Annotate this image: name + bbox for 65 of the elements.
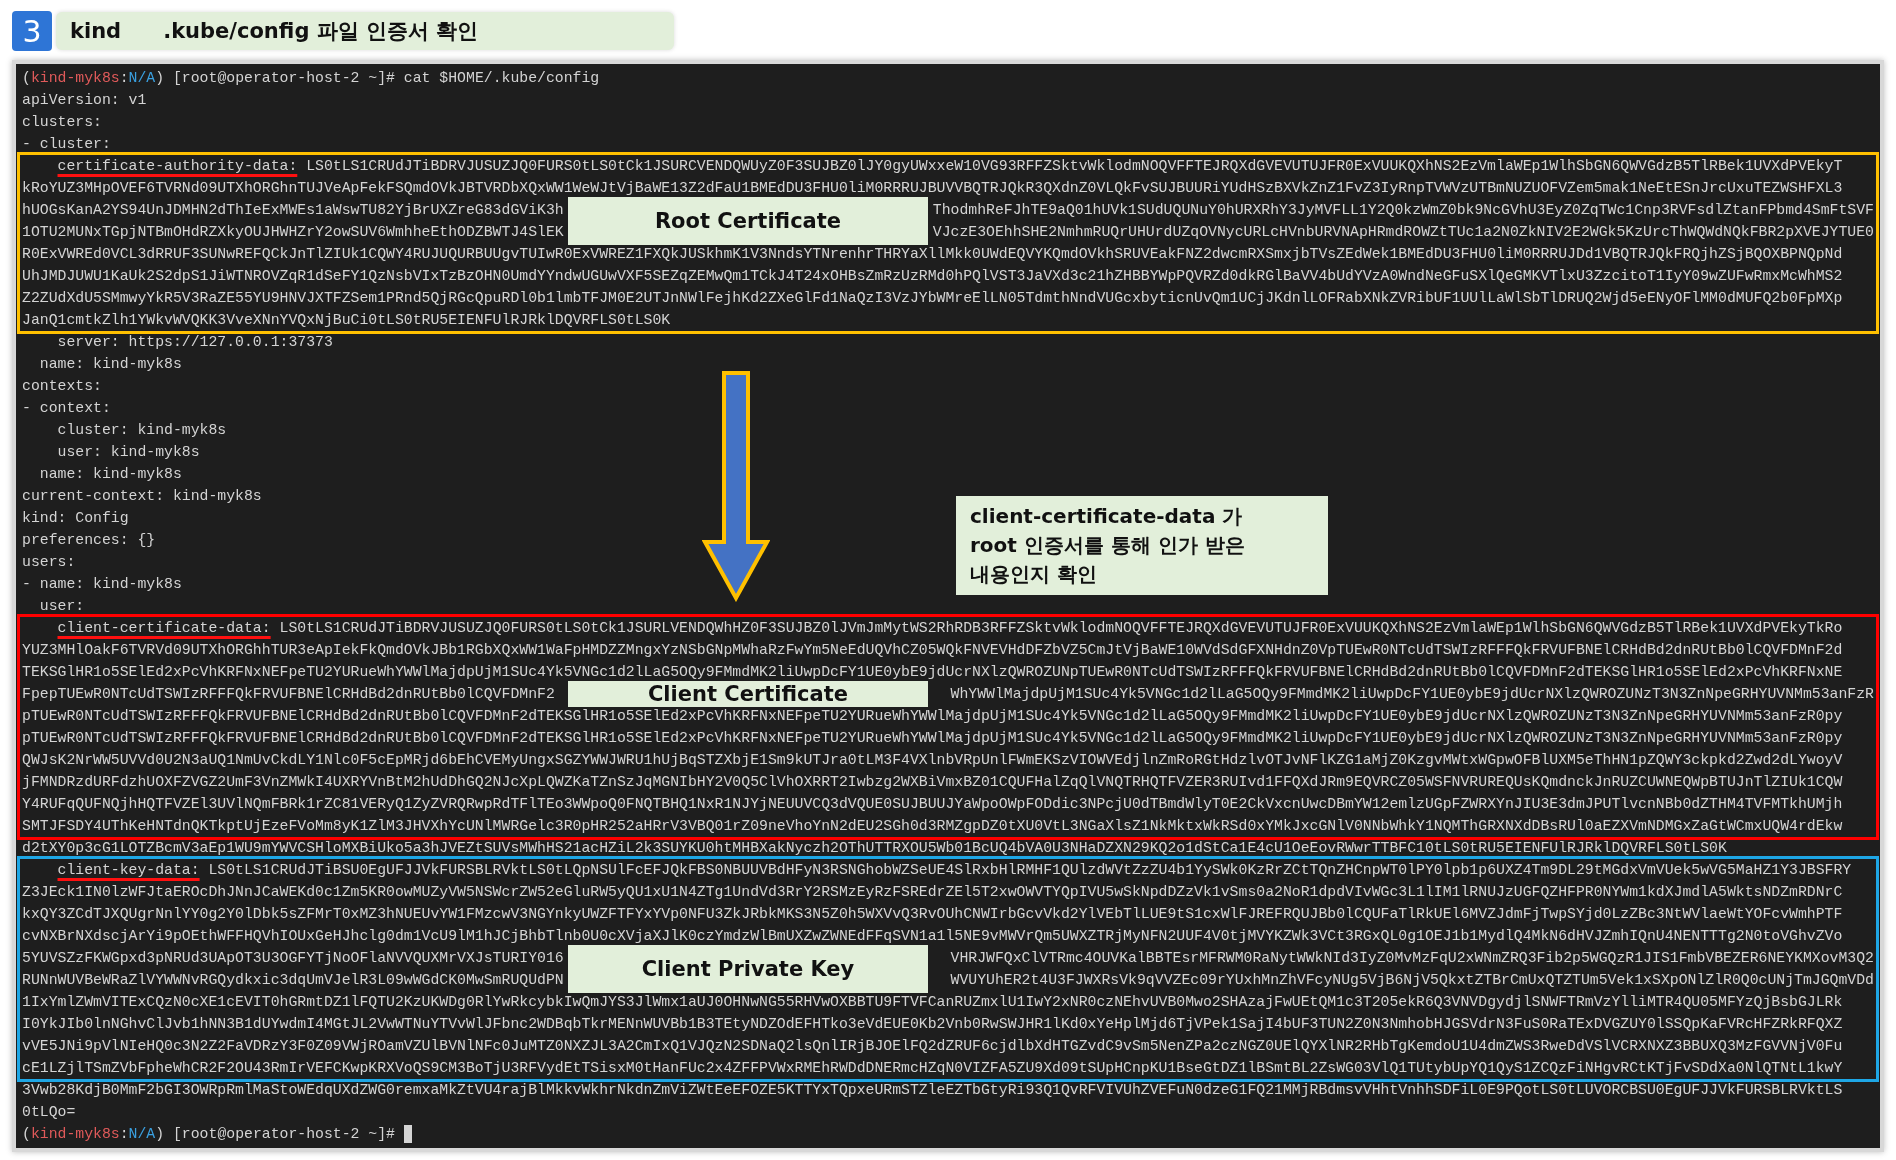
title-text: kind xyxy=(70,19,122,43)
terminal-line: d2tXY0p3cG1LOTZBcmV3aEp1WU9mYWVCSHloMXBiUko5a3hJVEZtSUVsMWhHS21acHZiL2k3SUYKU0htMHBXakNyczh2OThUTTRXOU5Wb01BcUQ4bVA0U3NHaDZXN29KQ2o1dStCa1E4cU1OeEovRWwrTTBFC10tLS0tRU5EIENFUlRJRklDQVRFLS0tLS0K xyxy=(22,839,1727,858)
terminal-line: kxQY3ZCdTJXQUgrNnlYY0g2Y0lDbk5sZFMrT0xMZ3hNUEUvYW1FMzcwV3NGYnkyUWZFTFYxYVp0NFU3ZkJRbkMKS3N5Z0h5WXVvQ3RvOUhCNWIrbGcvVkd2YlVEbTlLUE9tS1cxWlFJREFRQUJBb0lCQUFaTlRkUEl6MVZJdmFjTwpSYjd0LzZBc3NtWVlaeWtYOFcvWmhPTF xyxy=(22,905,1843,924)
annotation-label: Client Private Key xyxy=(568,945,928,993)
down-arrow-icon xyxy=(702,370,770,602)
terminal-line: Z3JEck1IN0lzWFJtaEROcDhJNnJCaWEKd0c1Zm5KR0owMUZyVW5NSWcrZW52eGluRW5yQU1xU1N4ZTg1UndVd3RrY2RSMzEyRzFSREdrZEl5T2xwOWVTYQpIVU5wSkNpdDZzVk1vSms0a2NoR1dpdVIvWGc3L1lIM1lRNUJzUGFQZHFPR0NYWm1kdXJmdlA5WktsNDZmRDNrC xyxy=(22,883,1843,902)
terminal-line: kRoYUZ3MHpOVEF6TVRNd09UTXhORGhnTUJVeApFekFSQmdOVkJBTVRDbXQxWW1WeWJtVjBaWE13Z2dFaU1BMEdDU3FHU0liM0RRRUJBUVVBQTRJQkR3QXdnZ0VLQkFvSUJBUURiYUdHSzBXVkZnZ1FvZ3IyRnpTVWVzUTBmNUZUOFVZem5mak1NeEtESnJrcUxuTEZWSHFXL3 xyxy=(22,179,1843,198)
terminal-line: pTUEwR0NTcUdTSWIzRFFFQkFRVUFBNElCRHdBd2dnRUtBb0lCQVFDMnF2dTEKSGlHR1o5SElEd2xPcVhKRFNxNEFpeTU2YURueWhYWWlMajdpUjM1SUc4Yk5VNGc1d2lLaG5OQy9FMmdMK2liUwpDcFY1UE0ybE9jdUcrNXlzQWROZUNzT3N3ZnNpeGRHYUVNMm53anFzR0py xyxy=(22,729,1843,748)
terminal-line: kind: Config xyxy=(22,509,129,528)
terminal-line: - cluster: xyxy=(22,135,111,154)
terminal-line: 0tLQo= xyxy=(22,1103,76,1122)
encoded-value: FpepTUEwR0NTcUdTSWIzRFFFQkFRVUFBNElCRHdBd2dnRUtBb0lCQVFDMnF2 xyxy=(22,685,555,704)
terminal-line: QWJsK2NrWW5UVVd0U2N3aUQ1NmUvCkdLY1Nlc0F5cEpMRjd6bEhCVEMyUngxSGZYWWJWRU1hUjBqSTZXbjE1Sm9kUTJra0tLM3F4VXlnbVRpUnlFWmEKSzVIOWVEdjlnZmRoRGtHdzlvOTJvNFlKZG1aMjZ0KzgvMWtxWGpwOFBlUXM5eThHN1pZQWY3ckpkd2Zwd2dLYwoyV xyxy=(22,751,1843,770)
terminal-line: I0YkJIb0lnNGhvClJvb1hNN3B1dUYwdmI4MGtJL2VwWTNuYTVvWlJFbnc2WDBqbTkrMENnWUVBb1B3TEtyNDZOdEFHTko3eVdEUE0Kb2Vnb0RwSWJHR1lKd0xYeHplMjd6TjVPek1SajI4bUF3TUN2Z0N3NmhobHJGSVdrN3FuS0RaTExDVGZUY0lSSQpKaFVRcHFZRkRFQXZ xyxy=(22,1015,1843,1034)
encoded-value: 1OTU2MUNxTGpjNTBmOHdRZXkyOUJHWHZrY2owSUV6WmhheEthODZBWTJ4SlEK xyxy=(22,223,564,242)
terminal-line: clusters: xyxy=(22,113,102,132)
encoded-value: ThodmhReFJhTE9aQ01hUVk1SUdUQUNuY0hURXRhY3JyMVFLL1Y2Q0kzWmZ0bk9NcGVhU3EyZ0ZqTWc1Cnp3RVFsdlZtanFPbmd4SmFtSVF xyxy=(932,201,1874,220)
terminal-line: server: https://127.0.0.1:37373 xyxy=(56,333,333,352)
terminal-line: name: kind-myk8s xyxy=(38,465,182,484)
annotation-label: Client Certificate xyxy=(568,681,928,707)
terminal-line: 3Vwb28KdjB0MmF2bGI3OWRpRmlMaStoWEdqUXdZWG0remxaMkZtVU4rajBlMkkvWkhrNkdnZmViZWtEeEFOZE5KTTYxTQpxeURmSTZleEZTbGtyRi93Q1QvRFVIVUhZVEFuN0dzeG1FQ21MMjRBdmsvVHhtVnhhSDFiL0E9PQotLS0tLUVORCBSU0EgUFJJVkFURSBLRVktLS xyxy=(22,1081,1843,1100)
step-number: 3 xyxy=(12,11,52,51)
config-key: client-certificate-data: xyxy=(22,617,271,639)
terminal-line: cluster: kind-myk8s xyxy=(56,421,227,440)
config-key: client-key-data: xyxy=(22,859,200,881)
encoded-value: WhYWWlMajdpUjM1SUc4Yk5VNGc1d2lLaG5OQy9FMmdMK2liUwpDcFY1UE0ybE9jdUcrNXlzQWROZUNzT3N3ZnNpeGRHYUVNMm53anFzR xyxy=(950,685,1874,704)
config-key: certificate-authority-data: xyxy=(22,155,298,177)
terminal-line: TEKSGlHR1o5SElEd2xPcVhKRFNxNEFpeTU2YURueWhYWWlMajdpUjM1SUc4Yk5VNGc1d2lLaG5OQy9FMmdMK2liUwpDcFY1UE0ybE9jdUcrNXlzQWROZUNpTUEwR0NTcUdTSWIzRFFFQkFRVUFBNElCRHdBd2dnRUtBb0lCQVFDMnF2dTEKSGlHR1o5SElEd2xPcVhKRFNxNE xyxy=(22,663,1843,682)
encoded-value: LS0tLS1CRUdJTiBSU0EgUFJJVkFURSBLRVktLS0tLQpNSUlFcEFJQkFBS0NBUUVBdHFyN3RSNGhobWZSeUE4SlRxbHlRMHF1QUlzdWVtZzZU4b1YySWk0KzRrZCtTQnZHCnpWT0lPY0lpb1p6UXZ4Tm9DL29tMGdxVmVUek5wVG5MaHZ1Y3JBSFRY xyxy=(208,861,1852,880)
encoded-value: 5YUVSZzFKWGpxd3pNRUd3UApOT3U3OGFYTjNoOFlaNVVQUXMrVXJsTURIY016 xyxy=(22,949,564,968)
title-text: .kube/config 파일 인증서 확인 xyxy=(163,18,479,45)
terminal-line: apiVersion: v1 xyxy=(22,91,147,110)
encoded-value: WVUYUhER2t4U3FJWXRsVk9qVVZEc09rYUxhMnZhVFcyNUg5VjB6NjV5QkxtZTBrCmUxQTZTUm5Vek1xSXpONlZlR0Q0cUNjTmJGQmVDd xyxy=(950,971,1874,990)
terminal-line: contexts: xyxy=(22,377,102,396)
terminal-line: pTUEwR0NTcUdTSWIzRFFFQkFRVUFBNElCRHdBd2dnRUtBb0lCQVFDMnF2dTEKSGlHR1o5SElEd2xPcVhKRFNxNEFpeTU2YURueWhYWWlMajdpUjM1SUc4Yk5VNGc1d2lLaG5OQy9FMmdMK2liUwpDcFY1UE0ybE9jdUcrNXlzQWROZUNzT3N3ZnNpeGRHYUVNMm53anFzR0py xyxy=(22,707,1843,726)
terminal-line: SMTJFSDY4UThKeHNTdnQKTkptUjEzeFVoMm8yK1ZlM3JHVXhYcUNlMWRGelc3R0pHR252aHRrV3VBQ01rZ09neVhoYnN2dEU2SGh0d3RMZgpDZ0tXU0VtL3NGaXlsZ1NkMktxWkRSd0xYMkJxcGNlV0NNbWhkY1NQMThGRXNXdDBsRUl0aEZXVmNDMGxZaGtWCmxUQW4rdEkw xyxy=(22,817,1843,836)
terminal-line: vVE5JNi9pVlNIeHQ0c3N2Z2FaVDRzY3F0Z09VWjROamVZUlBVNlNFc0JuMTZ0NXZJL3A2CmIxQ1VJQzN2SDNaQ2lsQnlIRjBJOElFQ2dZRUF6cjdlbXdHTGZvdC9vSm5NenZPa2czNGZ0UElQYXlNR2RHbTgKemdoU1U4dmZWS3RweDdVSlVCRXNXZ3BBUXQ3MzFGVVNjV0Fu xyxy=(22,1037,1843,1056)
terminal-line: cvNXBrNXdscjArYi9pOEthWFFHQVhIOUxGeHJhclg0dm1VcU9lM1hJCjBhbTlnb0U0cXVjaXJlK0czYmdzWlBmUXZwZWNEdFFqSVN1a1l5NE9vMWVrQm5UWXZTRjMyNFN2UUF4V0tjMVYKZWk3VCt3RGxQL0g1OEJ1b1MydlQ4MkN6dHVJZmhIQnU4NENTTTg2N0toVGhvZVo xyxy=(22,927,1843,946)
terminal-line: JanQ1cmtkZlh1YWkvWVQKK3VveXNnYVQxNjBuCi0tLS0tRU5EIENFUlRJRklDQVRFLS0tLS0K xyxy=(22,311,671,330)
shell-prompt: (kind-myk8s:N/A) [root@operator-host-2 ~]# xyxy=(22,1125,395,1144)
encoded-value: hUOGsKanA2YS94UnJDMHN2dThIeExMWEs1aWswTU82YjBrUXZreG83dGViK3h xyxy=(22,201,564,220)
encoded-value: LS0tLS1CRUdJTiBDRVJUSUZJQ0FURS0tLS0tCk1JSURLVENDQWhHZ0F3SUJBZ0lJVmJmMytWS2RhRDB3RFFZSktvWklodmNOQVFFTEJRQXdGVEVUTUJFR0ExVUUKQXhNS2EzVmlaWEp1WlhSbGN6QWVGdzB5TlRBek1UVXdPVEkyTkRo xyxy=(279,619,1843,638)
callout-note: client-certificate-data 가 root 인증서를 통해 인가 받은 내용인지 확인 xyxy=(956,496,1328,595)
terminal-line: users: xyxy=(22,553,76,572)
terminal-line: current-context: kind-myk8s xyxy=(22,487,262,506)
terminal-line: name: kind-myk8s xyxy=(38,355,182,374)
terminal-line: user: xyxy=(38,597,85,616)
terminal-line: Y4RUFqQUFNQjhHQTFVZEl3UVlNQmFBRk1rZC81VERyQ1ZyZVRQRwpRdTFlTEo3WWpoQ0FNQTBHQ1NxR1NJYjNEUUVCQ3dVQUE0SUJBUUJYaWpoOWpFODdic3NPcjU0dTBmdWlyT0E2CkVxcnUwcDBmYW12emlzUGpFZWRXYnJIU3E3dmJPUTlvcnNBb0dZTHM4TVFMTkhUMjh xyxy=(22,795,1843,814)
annotation-label: Root Certificate xyxy=(568,197,928,245)
terminal-line: Z2ZUdXdU5SMmwyYkR5V3RaZE55YU9HNVJXTFZSem1PRnd5QjRGcQpuRDl0b1lmbTFJM0E2UTJnNWlFejhKd2ZXeGlFd1NaQzI3VzJYbWMreElLN05TdmthNndVUGcxbyticnUvQm1UCjJKdnlLOFRabXNkZVRibUF1UUlLaWlSbTlDRUQ2Wjd5eENyOFlMM0dMUFQ2b0FpMXp xyxy=(22,289,1843,308)
terminal-line: 1IxYmlZWmVITExCQzN0cXE1cEVIT0hGRmtDZ1lFQTU2KzUKWDg0RlYwRkcybkIwQmJYS3JlWmx1aUJ0OHNwNG55RHVwOXBBTU9FTVFCanRUZmxlU1IwY2xNR0czNEhvUVB0Mwo2SHAzajFwUEtQM1c3T205ekR6Q3VNVDgydjlSNWFTRmVzYlliMTR4QU05MFYzQjBsbGJLRk xyxy=(22,993,1843,1012)
encoded-value: VHRJWFQxClVTRmc4OUVKalBBTEsrMFRWM0RaNytWWkNId3IyZ0MvMzFqU2xWNmZRQ3Fib2p5WGQzR1JIS1FmbVBEZER6NEYKMXovM3Q2 xyxy=(950,949,1874,968)
terminal-line: R0ExVWREd0VCL3dRRUF3SUNwREFQCkJnTlZIUk1CQWY4RUJUQURBUUgvTUIwR0ExVWREZ1FXQkJUSkhmK1V3NndsYTNrenhrTHRYaXllMkk0UWdEQVYKQmdOVkhSRUVEakFNZ2dwcmRXSmxjbTVsZEdWek1BMEdDU3FHU0liM0RRRUJDd1VBQTRJQkFRQjhZSjBQOXBPNQpNd xyxy=(22,245,1843,264)
terminal-line: - context: xyxy=(22,399,111,418)
terminal-line: jFMNDRzdURFdzhUOXFZVGZ2UmF3VnZMWkI4UXRYVnBtM2hUdDhGQ2NJcXpLQWZKaTZnSzJqMGNIbHY2V0Q5ClVhOXRRT2Iwbzg2WXBiVmxBZ01CQUFHalZqQlVNQTRHQTFVZER3RUIvd1FFQXdJRm9EQVRCZ05WSFNVRUREQUsKQmdnckJnRUZCUWNEQWpBTUJnTlZIUk1CQW xyxy=(22,773,1843,792)
terminal-line: preferences: {} xyxy=(22,531,156,550)
terminal-line: user: kind-myk8s xyxy=(56,443,200,462)
terminal-line: YUZ3MHlOakF6TVRVd09UTXhORGhhTUR3eApIekFkQmdOVkJBb1RGbXQxWW1WaFpHMDZZMngxYzNSbGNpMWhaRzFwYm5NeEdUQVhCZ05WQkFNVEVHdDFZbVZ5CmJtVjBaWE10WVdSdGFXNHdnZ0VpTUEwR0NTcUdTSWIzRFFFQkFRVUFBNElCRHdBd2dnRUtBb0lCQVFDMnF2d xyxy=(22,641,1843,660)
terminal-line: cE1LZjlTSmZVbFpheWhCR2F2OU43RmIrVEFCKwpKRXVoQS9CM3BoTjU3RFVydEtTSisxM0tHanFUc2x4ZFFPVWxRMEhRWDdDNERmcHZqN0VIZFA5ZU9Xd09tSUpHCnpKU1BseGtDZ1lBSmtBL2ZsWG03VlQ1TUtybUpYQ1QyS1ZCQzFiNHgvRCtKTjFvSDdXa0NlQTNtL1kwY xyxy=(22,1059,1843,1078)
terminal-line: - name: kind-myk8s xyxy=(22,575,182,594)
encoded-value: LS0tLS1CRUdJTiBDRVJUSUZJQ0FURS0tLS0tCk1JSURCVENDQWUyZ0F3SUJBZ0lJY0gyUWxxeW10VG93RFFZSktvWklodmNOQVFFTEJRQXdGVEVUTUJFR0ExVUUKQXhNS2EzVmlaWEp1WlhSbGN6QWVGdzB5TlRBek1UVXdPVEkyT xyxy=(306,157,1843,176)
encoded-value: RUNnWUVBeWRaZlVYWWNvRGQydkxic3dqUmVJelR3L09wWGdCK0MwSmRUQUdPN xyxy=(22,971,564,990)
shell-prompt: (kind-myk8s:N/A) [root@operator-host-2 ~]# cat $HOME/.kube/config xyxy=(22,69,600,88)
encoded-value: VJczE3OEhhSHE2NmhmRUQrUHUrdUZqOVNycURLcHVnbURVNApHRmdROWZtTUc1a2N0ZkNIV2E2WGk5KzUrcThWQWdNQkFBR2pXVEJYTUE0 xyxy=(932,223,1874,242)
terminal-line: UhJMDJUWU1KaUk2S2dpS1JiWTNROVZqR1dSeFY1QzNsbVIxTzBzOHN0UmdYYndwUGUwVXF5SEZqZEMwQm1TCkJ4T24xOHBsZmRzUzRMd0hPQlVST3JaVXd3c21hZHBBYWpPQVRZd0dkRGlBaVV4bUdYVzA0WndNeGFuSXlQeGMKVTlxU3ZzcitoT1IyY09wZUFwRmxMcWhMS2 xyxy=(22,267,1843,286)
